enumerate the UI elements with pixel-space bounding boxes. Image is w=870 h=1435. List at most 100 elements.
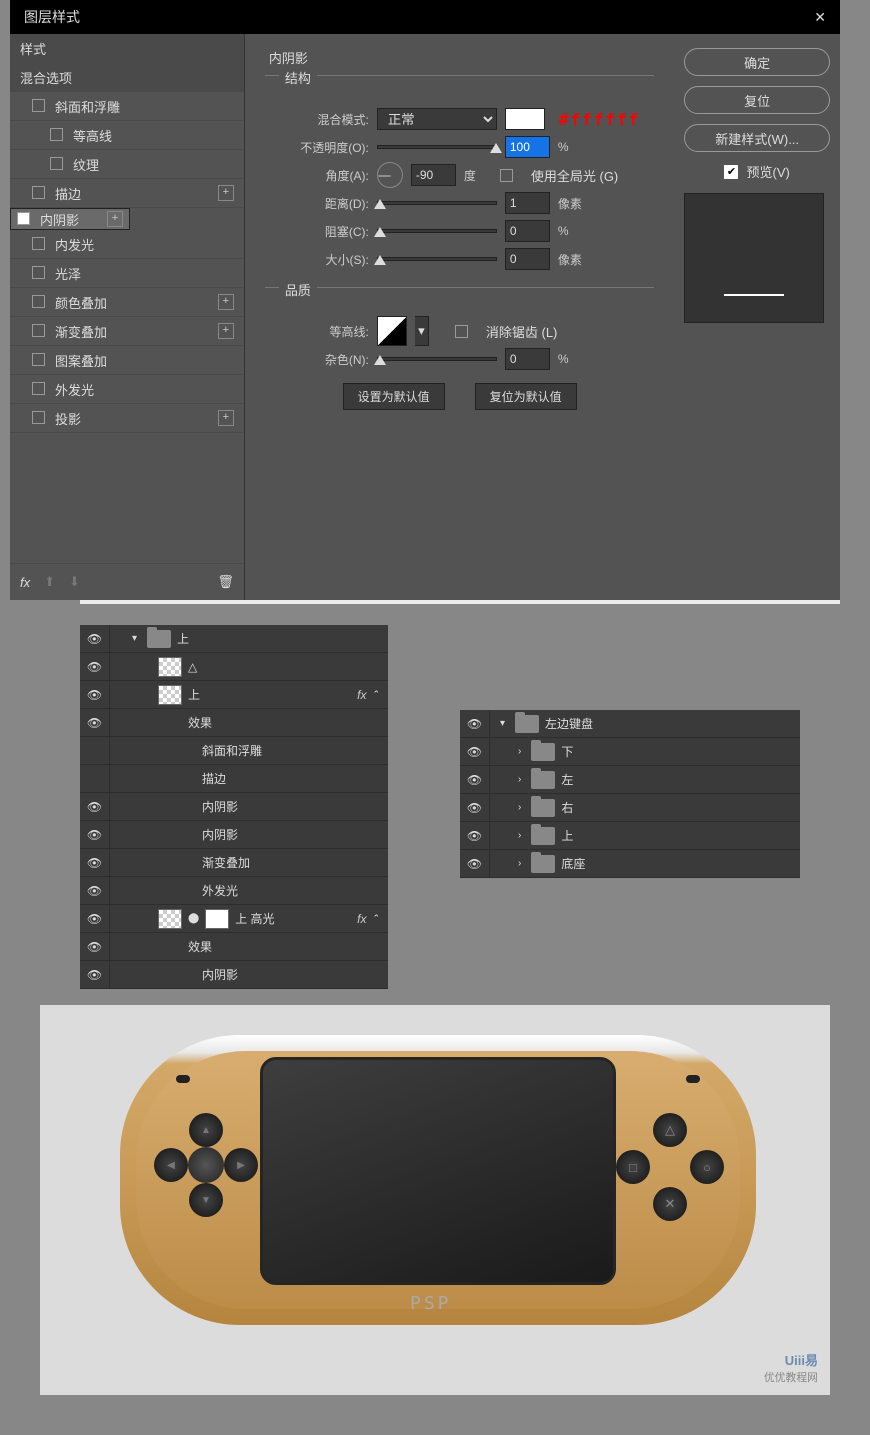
- eye-icon[interactable]: 👁: [80, 653, 110, 680]
- styles-header[interactable]: 样式: [10, 34, 244, 63]
- dialog-buttons: 确定 复位 新建样式(W)... ✔ 预览(V): [674, 34, 840, 600]
- opacity-input[interactable]: [505, 136, 550, 158]
- effect-gradient-overlay[interactable]: 渐变叠加+: [10, 317, 244, 346]
- psp-device: ▲ ▼ ◀ ▶ △ ✕ □ ○ PSP: [120, 1035, 756, 1325]
- effect-stroke[interactable]: 描边+: [10, 179, 244, 208]
- eye-icon[interactable]: 👁: [460, 710, 490, 737]
- add-icon[interactable]: +: [218, 185, 234, 201]
- chevron-down-icon[interactable]: ▾: [415, 316, 429, 346]
- blend-mode-select[interactable]: 正常: [377, 108, 497, 130]
- arrow-up-icon[interactable]: ⬆: [44, 574, 55, 590]
- layer-row[interactable]: 👁上fx⌃: [80, 681, 388, 709]
- blend-options[interactable]: 混合选项: [10, 63, 244, 92]
- eye-icon[interactable]: 👁: [460, 850, 490, 877]
- layer-row[interactable]: 👁›左: [460, 766, 800, 794]
- effect-satin[interactable]: 光泽: [10, 259, 244, 288]
- contour-picker[interactable]: [377, 316, 407, 346]
- eye-icon[interactable]: 👁: [80, 681, 110, 708]
- angle-input[interactable]: [411, 164, 456, 186]
- layer-row[interactable]: 👁›上: [460, 822, 800, 850]
- add-icon[interactable]: +: [218, 294, 234, 310]
- trash-icon[interactable]: 🗑: [217, 574, 234, 590]
- distance-input[interactable]: [505, 192, 550, 214]
- choke-input[interactable]: [505, 220, 550, 242]
- preview-checkbox[interactable]: ✔: [724, 165, 738, 179]
- effect-bevel[interactable]: 斜面和浮雕: [10, 92, 244, 121]
- effect-inner-shadow[interactable]: 内阴影+: [10, 208, 130, 230]
- eye-icon[interactable]: 👁: [460, 794, 490, 821]
- noise-slider[interactable]: [377, 357, 497, 361]
- psp-logo: PSP: [410, 1293, 452, 1314]
- layer-row[interactable]: 👁内阴影: [80, 961, 388, 989]
- layer-row[interactable]: 👁渐变叠加: [80, 849, 388, 877]
- effect-texture[interactable]: 纹理: [10, 150, 244, 179]
- preview-thumbnail: [684, 193, 824, 323]
- effect-color-overlay[interactable]: 颜色叠加+: [10, 288, 244, 317]
- size-slider[interactable]: [377, 257, 497, 261]
- eye-icon[interactable]: 👁: [80, 821, 110, 848]
- color-swatch[interactable]: [505, 108, 545, 130]
- new-style-button[interactable]: 新建样式(W)...: [684, 124, 830, 152]
- add-icon[interactable]: +: [218, 323, 234, 339]
- reset-default-button[interactable]: 复位为默认值: [475, 383, 577, 410]
- eye-icon[interactable]: 👁: [80, 709, 110, 736]
- layer-row[interactable]: 👁内阴影: [80, 793, 388, 821]
- eye-icon[interactable]: 👁: [460, 766, 490, 793]
- size-input[interactable]: [505, 248, 550, 270]
- set-default-button[interactable]: 设置为默认值: [343, 383, 445, 410]
- layers-panel-1: 👁▾上 👁△ 👁上fx⌃ 👁效果 斜面和浮雕 描边 👁内阴影 👁内阴影 👁渐变叠…: [80, 625, 388, 989]
- eye-icon[interactable]: 👁: [80, 905, 110, 932]
- eye-icon[interactable]: 👁: [460, 822, 490, 849]
- effect-outer-glow[interactable]: 外发光: [10, 375, 244, 404]
- eye-icon[interactable]: 👁: [80, 877, 110, 904]
- choke-slider[interactable]: [377, 229, 497, 233]
- eye-icon[interactable]: 👁: [80, 961, 110, 988]
- effect-drop-shadow[interactable]: 投影+: [10, 404, 244, 433]
- noise-input[interactable]: [505, 348, 550, 370]
- ok-button[interactable]: 确定: [684, 48, 830, 76]
- layer-row[interactable]: 👁效果: [80, 933, 388, 961]
- layer-row[interactable]: 👁△: [80, 653, 388, 681]
- eye-icon[interactable]: 👁: [80, 849, 110, 876]
- layer-row[interactable]: 👁外发光: [80, 877, 388, 905]
- action-buttons: △ ✕ □ ○: [618, 1115, 722, 1219]
- arrow-down-icon[interactable]: ⬇: [69, 574, 80, 590]
- effect-contour[interactable]: 等高线: [10, 121, 244, 150]
- add-icon[interactable]: +: [218, 410, 234, 426]
- dpad-left: ◀: [154, 1148, 188, 1182]
- layer-row[interactable]: 👁›底座: [460, 850, 800, 878]
- layer-row[interactable]: 👁›右: [460, 794, 800, 822]
- distance-slider[interactable]: [377, 201, 497, 205]
- antialias-checkbox[interactable]: [455, 325, 468, 338]
- layer-row[interactable]: 描边: [80, 765, 388, 793]
- effect-inner-glow[interactable]: 内发光: [10, 230, 244, 259]
- folder-icon: [531, 855, 555, 873]
- close-icon[interactable]: ✕: [814, 9, 826, 26]
- eye-icon[interactable]: [80, 737, 110, 764]
- eye-icon[interactable]: 👁: [80, 625, 110, 652]
- angle-dial[interactable]: [377, 162, 403, 188]
- eye-icon[interactable]: 👁: [460, 738, 490, 765]
- eye-icon[interactable]: 👁: [80, 793, 110, 820]
- layer-row[interactable]: 👁⬤上 高光fx⌃: [80, 905, 388, 933]
- add-icon[interactable]: +: [107, 211, 123, 227]
- layer-row[interactable]: 👁内阴影: [80, 821, 388, 849]
- fx-menu-icon[interactable]: fx: [20, 575, 30, 590]
- global-light-checkbox[interactable]: [500, 169, 513, 182]
- eye-icon[interactable]: 👁: [80, 933, 110, 960]
- quality-section: 品质: [279, 280, 317, 299]
- opacity-slider[interactable]: [377, 145, 497, 149]
- layer-row[interactable]: 👁›下: [460, 738, 800, 766]
- dpad: ▲ ▼ ◀ ▶: [156, 1115, 256, 1215]
- folder-icon: [531, 799, 555, 817]
- eye-icon[interactable]: [80, 765, 110, 792]
- layer-row[interactable]: 斜面和浮雕: [80, 737, 388, 765]
- layer-row[interactable]: 👁▾左边键盘: [460, 710, 800, 738]
- layer-thumbnail: [158, 685, 182, 705]
- artwork-preview: ▲ ▼ ◀ ▶ △ ✕ □ ○ PSP Uiii易 优优教程网: [40, 1005, 830, 1395]
- cross-button: ✕: [653, 1187, 687, 1221]
- layer-row[interactable]: 👁效果: [80, 709, 388, 737]
- layer-row[interactable]: 👁▾上: [80, 625, 388, 653]
- cancel-button[interactable]: 复位: [684, 86, 830, 114]
- effect-pattern-overlay[interactable]: 图案叠加: [10, 346, 244, 375]
